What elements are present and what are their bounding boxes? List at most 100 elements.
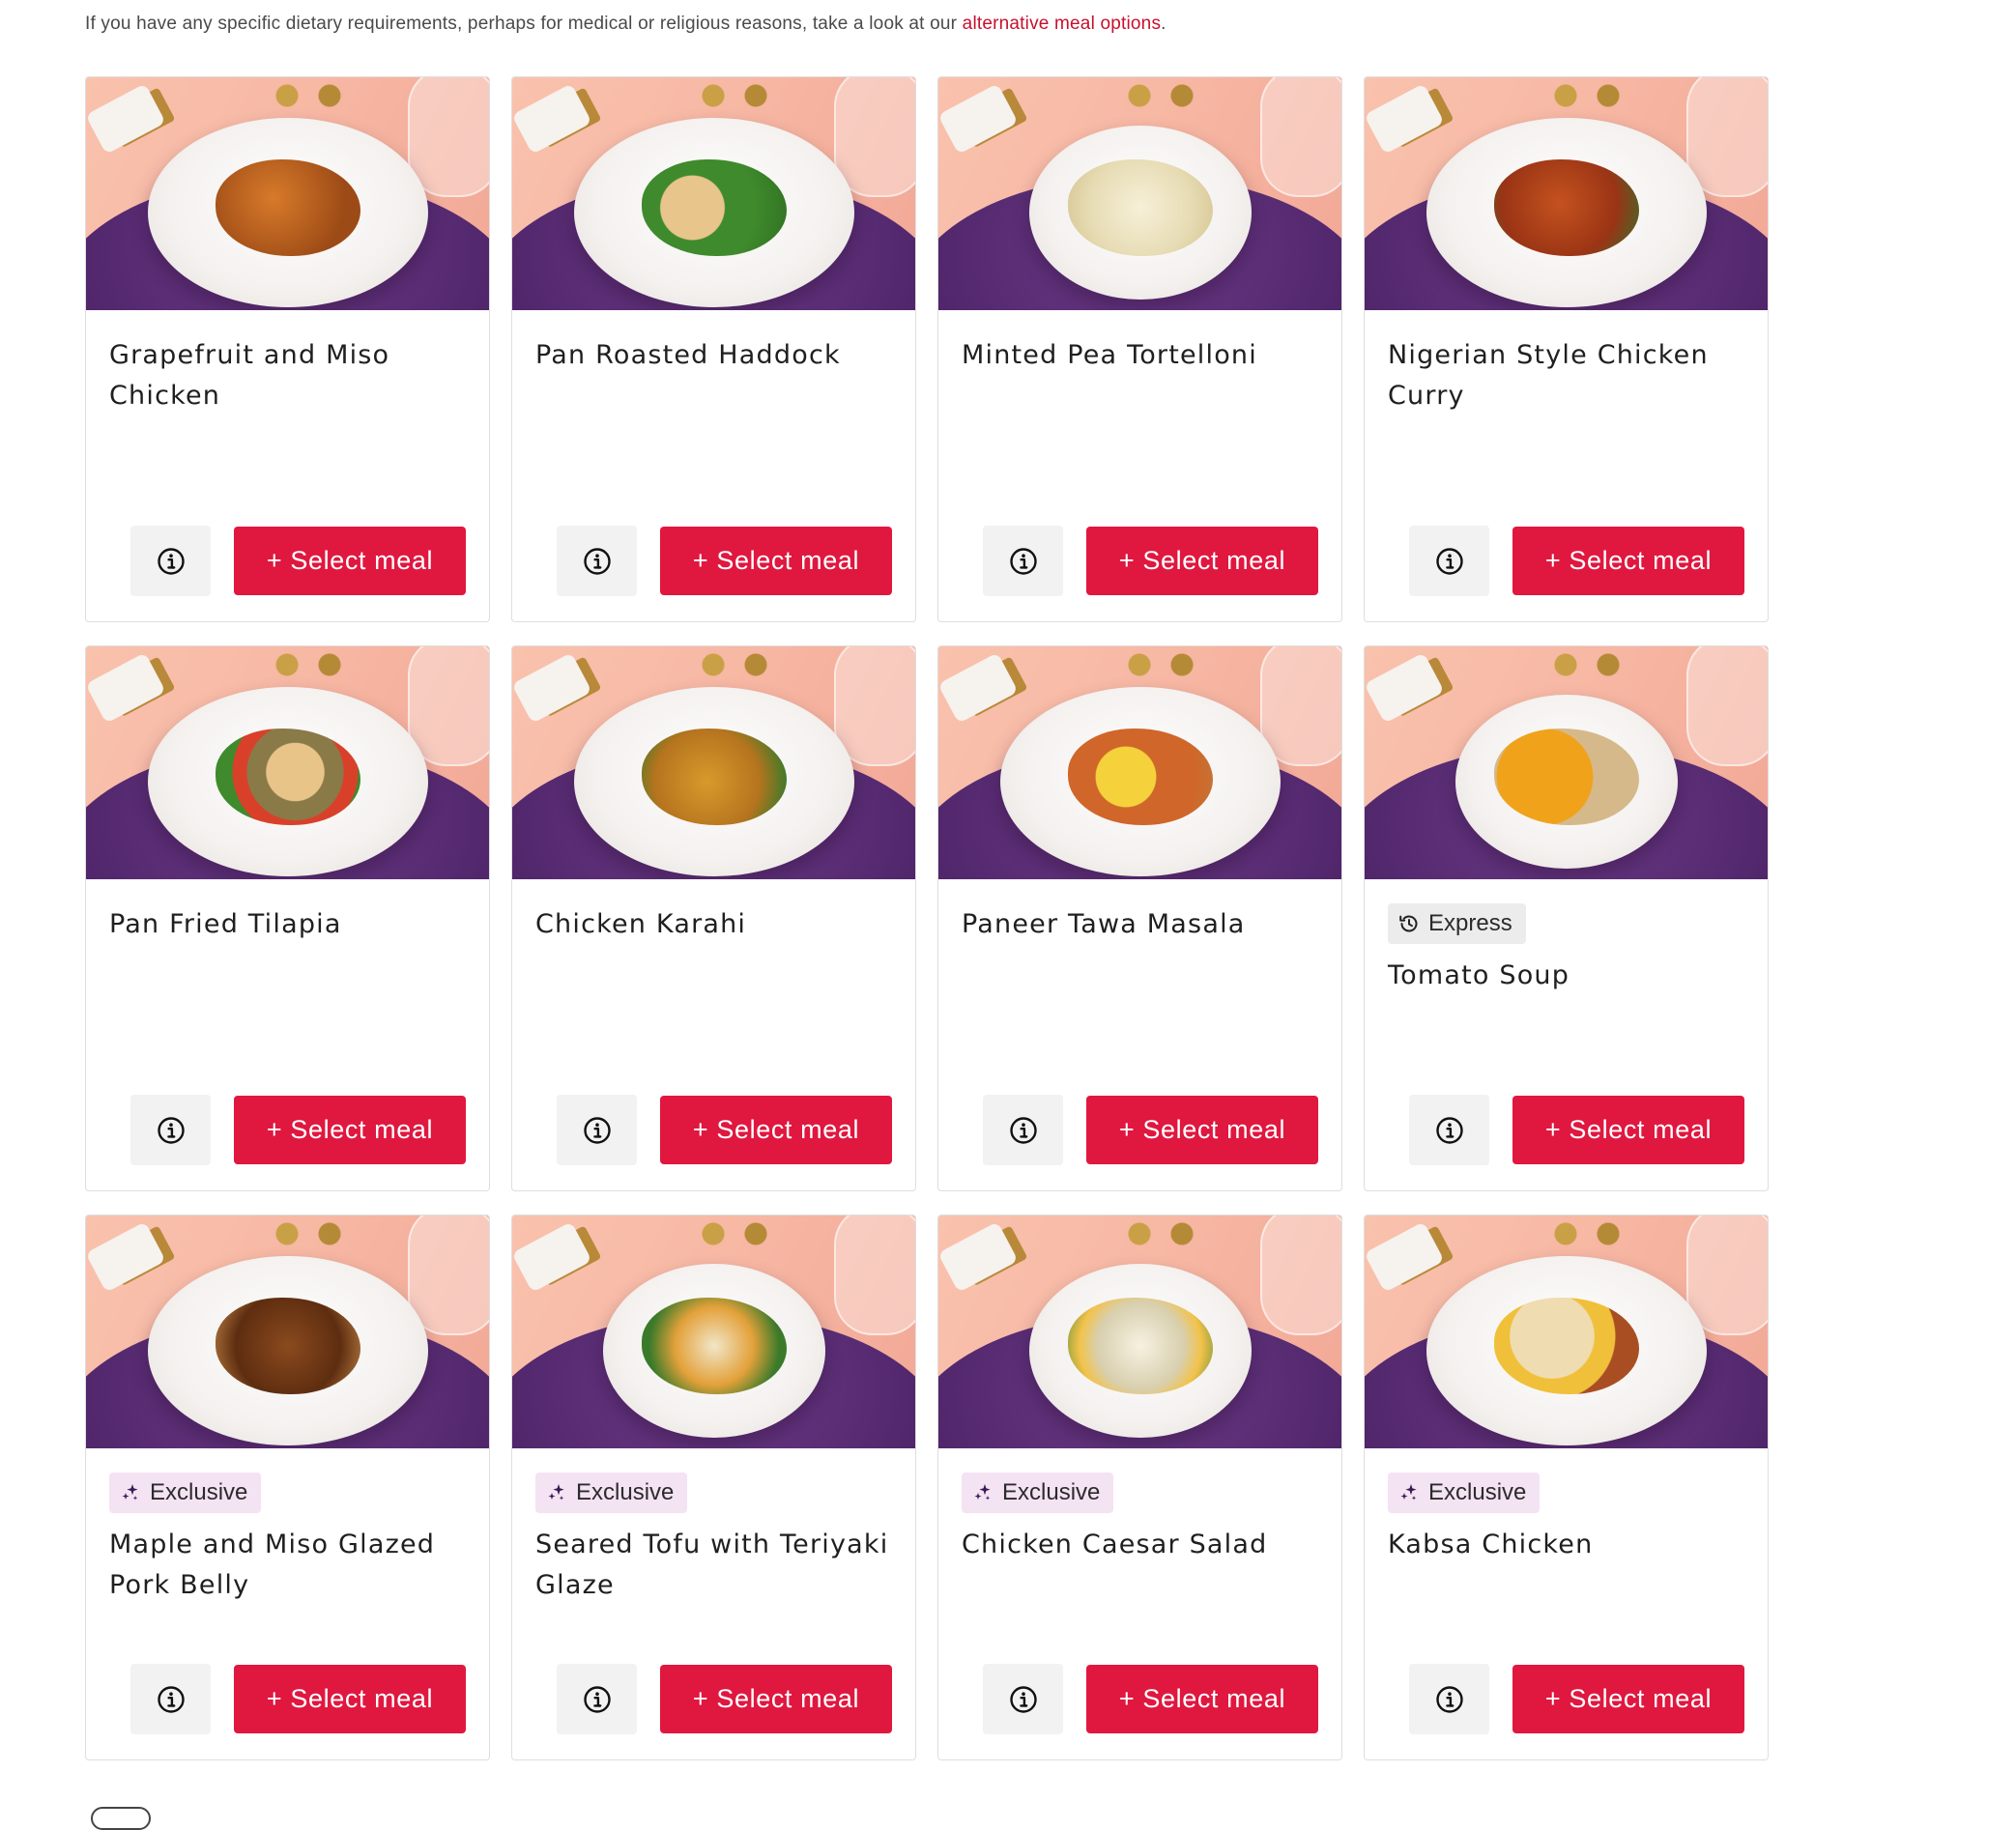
- meal-card: Minted Pea Tortelloni + Select meal: [937, 76, 1342, 622]
- badge-label: Exclusive: [1428, 1479, 1527, 1505]
- meal-actions: + Select meal: [130, 1095, 466, 1165]
- meal-photo: [938, 646, 1341, 879]
- select-meal-button[interactable]: + Select meal: [1086, 1096, 1318, 1164]
- badge-label: Express: [1428, 910, 1512, 936]
- select-meal-button[interactable]: + Select meal: [660, 1096, 892, 1164]
- exclusive-badge: Exclusive: [1388, 1473, 1541, 1513]
- info-icon: [1008, 1115, 1039, 1146]
- select-meal-button[interactable]: + Select meal: [660, 527, 892, 595]
- meal-title: Minted Pea Tortelloni: [962, 340, 1257, 370]
- meal-actions: + Select meal: [983, 1095, 1318, 1165]
- clock-history-icon: [1397, 912, 1421, 935]
- meal-photo: [938, 77, 1341, 310]
- badge-label: Exclusive: [150, 1479, 248, 1505]
- select-meal-button[interactable]: + Select meal: [234, 527, 466, 595]
- info-icon: [1434, 1115, 1465, 1146]
- info-icon: [1008, 1684, 1039, 1715]
- alternative-meal-options-link[interactable]: alternative meal options: [963, 14, 1161, 34]
- intro-suffix: .: [1161, 14, 1166, 34]
- exclusive-badge: Exclusive: [962, 1473, 1114, 1513]
- meal-title: Pan Fried Tilapia: [109, 909, 342, 939]
- meal-grid: Grapefruit and Miso Chicken + Select meal…: [85, 76, 1769, 1760]
- meal-photo: [1365, 646, 1768, 879]
- meal-photo: [86, 77, 489, 310]
- info-icon: [1434, 546, 1465, 577]
- select-meal-button[interactable]: + Select meal: [234, 1665, 466, 1733]
- info-icon: [582, 1115, 613, 1146]
- meal-card: Exclusive Chicken Caesar Salad + Select me…: [937, 1215, 1342, 1760]
- meal-info-button[interactable]: [1409, 1095, 1489, 1165]
- meal-actions: + Select meal: [1409, 1664, 1744, 1734]
- badge-label: Exclusive: [576, 1479, 675, 1505]
- meal-actions: + Select meal: [130, 1664, 466, 1734]
- info-icon: [156, 1115, 187, 1146]
- meal-photo: [512, 77, 915, 310]
- meal-actions: + Select meal: [983, 1664, 1318, 1734]
- meal-card: Exclusive Maple and Miso Glazed Pork Bell…: [85, 1215, 490, 1760]
- info-icon: [1008, 546, 1039, 577]
- info-icon: [1434, 1684, 1465, 1715]
- meal-actions: + Select meal: [130, 526, 466, 596]
- meal-title: Paneer Tawa Masala: [962, 909, 1246, 939]
- meal-photo: [938, 1215, 1341, 1448]
- meal-photo: [1365, 1215, 1768, 1448]
- meal-title: Seared Tofu with Teriyaki Glaze: [535, 1530, 889, 1600]
- sparkles-icon: [971, 1481, 994, 1504]
- sparkles-icon: [545, 1481, 568, 1504]
- meal-card: Chicken Karahi + Select meal: [511, 645, 916, 1191]
- meal-title: Maple and Miso Glazed Pork Belly: [109, 1530, 436, 1600]
- meal-actions: + Select meal: [557, 526, 892, 596]
- select-meal-button[interactable]: + Select meal: [234, 1096, 466, 1164]
- meal-info-button[interactable]: [557, 526, 637, 596]
- meal-info-button[interactable]: [1409, 526, 1489, 596]
- meal-info-button[interactable]: [1409, 1664, 1489, 1734]
- meal-card: Exclusive Seared Tofu with Teriyaki Glaze…: [511, 1215, 916, 1760]
- meal-info-button[interactable]: [983, 1095, 1063, 1165]
- meal-info-button[interactable]: [557, 1095, 637, 1165]
- meal-title: Kabsa Chicken: [1388, 1530, 1594, 1559]
- info-icon: [582, 546, 613, 577]
- meal-title: Chicken Karahi: [535, 909, 747, 939]
- meal-info-button[interactable]: [130, 1095, 211, 1165]
- express-badge: Express: [1388, 903, 1526, 944]
- meal-title: Pan Roasted Haddock: [535, 340, 841, 370]
- info-icon: [156, 1684, 187, 1715]
- meal-photo: [86, 1215, 489, 1448]
- meal-info-button[interactable]: [130, 1664, 211, 1734]
- sparkles-icon: [119, 1481, 142, 1504]
- sparkles-icon: [1397, 1481, 1421, 1504]
- meal-card: Nigerian Style Chicken Curry + Select mea…: [1364, 76, 1769, 622]
- meal-actions: + Select meal: [983, 526, 1318, 596]
- meal-photo: [512, 1215, 915, 1448]
- meal-info-button[interactable]: [557, 1664, 637, 1734]
- select-meal-button[interactable]: + Select meal: [660, 1665, 892, 1733]
- exclusive-badge: Exclusive: [535, 1473, 688, 1513]
- meal-title: Nigerian Style Chicken Curry: [1388, 340, 1709, 411]
- select-meal-button[interactable]: + Select meal: [1512, 1096, 1744, 1164]
- info-icon: [156, 546, 187, 577]
- meal-actions: + Select meal: [557, 1095, 892, 1165]
- meal-title: Tomato Soup: [1388, 960, 1570, 990]
- meal-photo: [512, 646, 915, 879]
- meal-card: Paneer Tawa Masala + Select meal: [937, 645, 1342, 1191]
- meal-title: Chicken Caesar Salad: [962, 1530, 1268, 1559]
- info-icon: [582, 1684, 613, 1715]
- exclusive-badge: Exclusive: [109, 1473, 262, 1513]
- meal-card: Pan Roasted Haddock + Select meal: [511, 76, 916, 622]
- meal-card: Grapefruit and Miso Chicken + Select meal: [85, 76, 490, 622]
- dietary-intro-text: If you have any specific dietary require…: [85, 14, 1166, 35]
- meal-card: Express Tomato Soup + Select meal: [1364, 645, 1769, 1191]
- select-meal-button[interactable]: + Select meal: [1086, 1665, 1318, 1733]
- meal-photo: [1365, 77, 1768, 310]
- select-meal-button[interactable]: + Select meal: [1512, 1665, 1744, 1733]
- select-meal-button[interactable]: + Select meal: [1086, 527, 1318, 595]
- meal-info-button[interactable]: [983, 526, 1063, 596]
- badge-label: Exclusive: [1002, 1479, 1101, 1505]
- intro-text: If you have any specific dietary require…: [85, 14, 963, 34]
- select-meal-button[interactable]: + Select meal: [1512, 527, 1744, 595]
- meal-info-button[interactable]: [983, 1664, 1063, 1734]
- meal-info-button[interactable]: [130, 526, 211, 596]
- meal-card: Exclusive Kabsa Chicken + Select meal: [1364, 1215, 1769, 1760]
- meal-title: Grapefruit and Miso Chicken: [109, 340, 390, 411]
- meal-actions: + Select meal: [1409, 1095, 1744, 1165]
